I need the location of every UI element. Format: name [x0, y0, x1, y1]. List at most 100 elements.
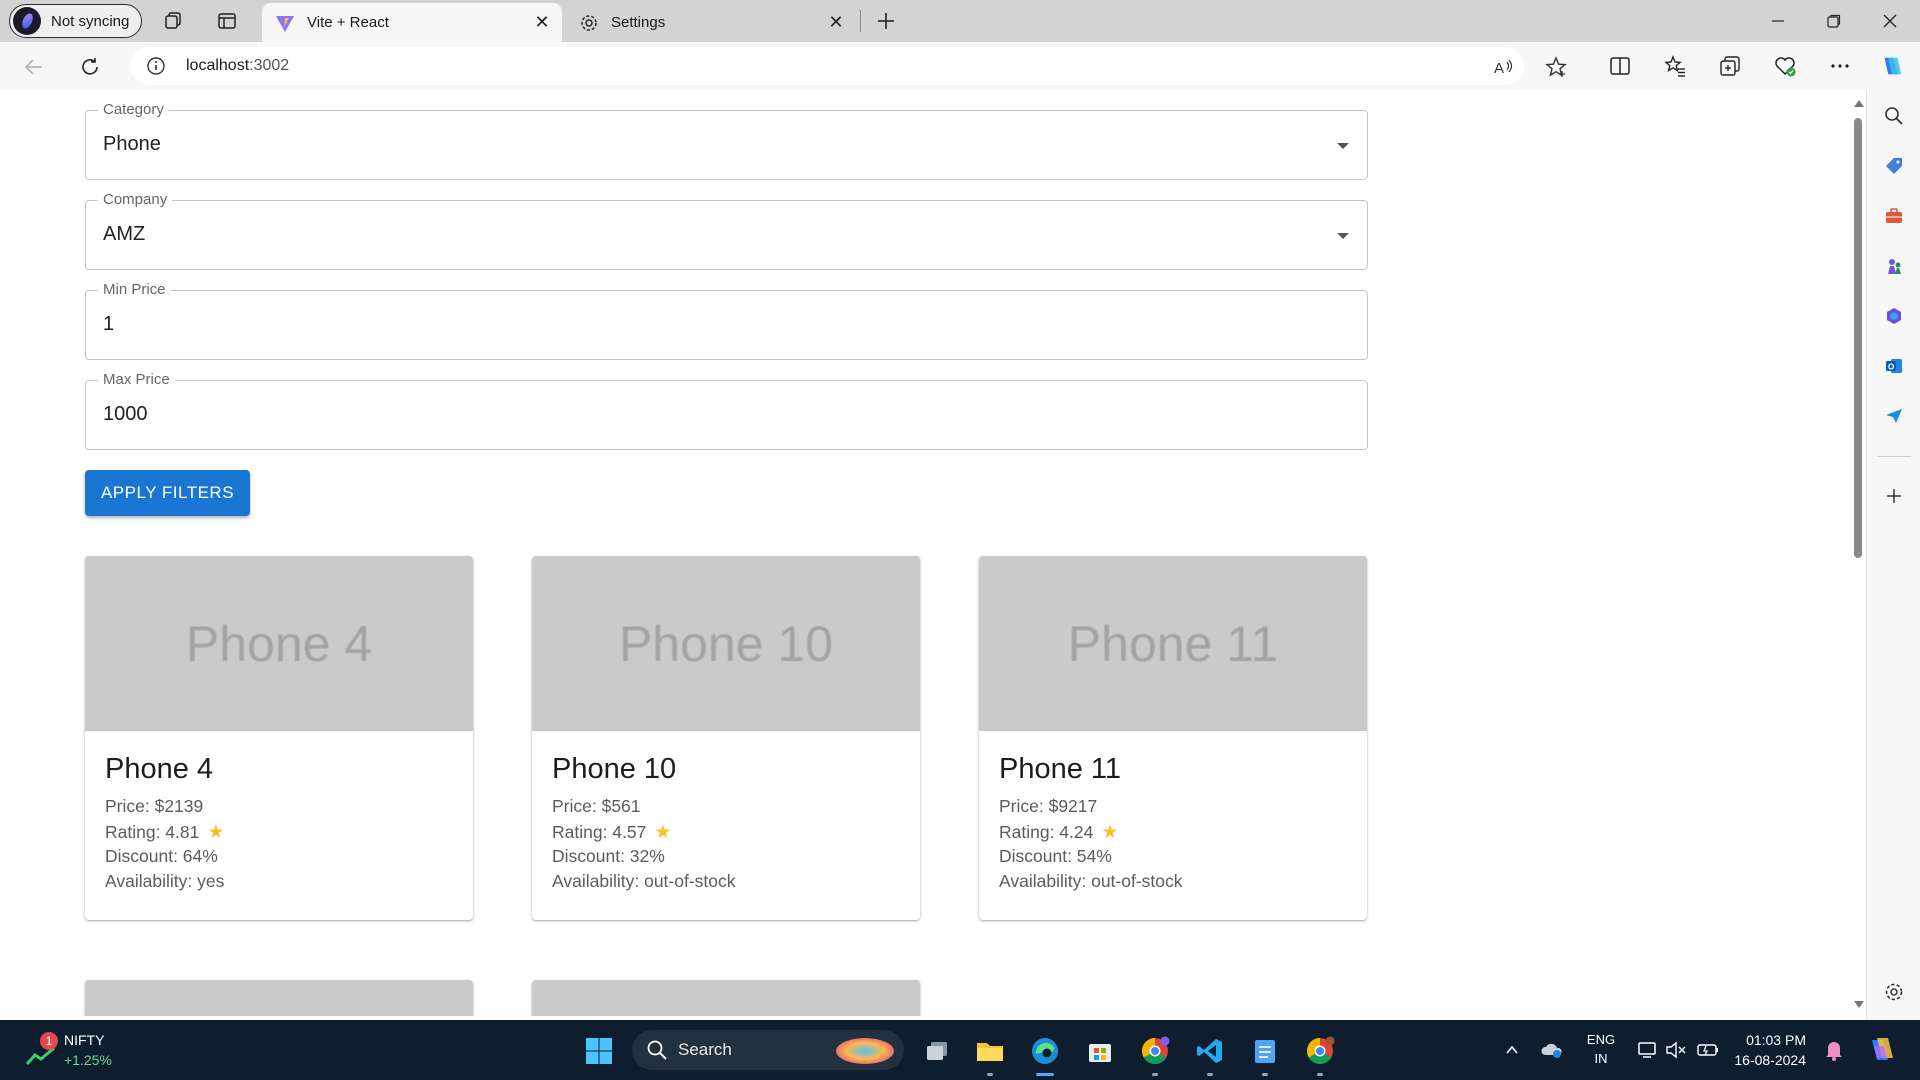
- task-view-icon[interactable]: [920, 1034, 954, 1068]
- sidebar-divider: [1877, 456, 1911, 457]
- tab-actions-icon[interactable]: [215, 9, 239, 33]
- outlook-icon[interactable]: O: [1882, 354, 1906, 378]
- network-icon[interactable]: [1636, 1038, 1660, 1062]
- product-image: [532, 980, 920, 1016]
- edge-browser-icon[interactable]: [1028, 1034, 1062, 1076]
- show-hidden-icons-icon[interactable]: [1500, 1038, 1524, 1062]
- battery-icon[interactable]: [1696, 1038, 1720, 1062]
- scrollbar-thumb[interactable]: [1854, 118, 1862, 558]
- browser-essentials-icon[interactable]: [1773, 54, 1797, 78]
- product-image-text: Phone 10: [618, 615, 834, 672]
- refresh-icon[interactable]: [77, 54, 103, 80]
- workspaces-icon[interactable]: [162, 9, 186, 33]
- scroll-up-arrow-icon[interactable]: [1854, 100, 1864, 107]
- windows-start-icon[interactable]: [582, 1034, 616, 1068]
- product-name: Phone 10: [552, 753, 677, 785]
- product-card[interactable]: Phone 4 Phone 4 Price: $2139 Rating: 4.8…: [85, 556, 473, 920]
- tools-briefcase-icon[interactable]: [1882, 204, 1906, 228]
- back-arrow-icon[interactable]: [21, 54, 47, 80]
- page-scrollbar[interactable]: [1850, 90, 1866, 1016]
- running-indicator: [987, 1073, 993, 1076]
- company-label: Company: [98, 191, 173, 208]
- new-tab-icon[interactable]: [874, 9, 898, 33]
- min-price-value: 1: [103, 313, 115, 335]
- stock-widget[interactable]: 1 NIFTY +1.25%: [24, 1032, 144, 1072]
- product-availability: Availability: yes: [105, 871, 225, 891]
- notification-bell-icon[interactable]: [1822, 1038, 1846, 1062]
- minimize-icon[interactable]: [1750, 0, 1806, 42]
- chrome-icon[interactable]: [1138, 1034, 1172, 1076]
- volume-muted-icon[interactable]: [1664, 1038, 1688, 1062]
- scroll-down-arrow-icon[interactable]: [1854, 1001, 1864, 1008]
- running-indicator: [1317, 1073, 1323, 1076]
- star-icon: ★: [207, 822, 225, 843]
- file-explorer-icon[interactable]: [973, 1034, 1007, 1076]
- system-clock[interactable]: 01:03 PM 16-08-2024: [1730, 1030, 1806, 1070]
- product-price: Price: $9217: [999, 796, 1098, 816]
- product-image-text: Phone 11: [1067, 615, 1279, 672]
- restore-icon[interactable]: [1806, 0, 1862, 42]
- max-price-input[interactable]: Max Price 1000: [85, 371, 1368, 450]
- product-card[interactable]: Phone 10 Phone 10 Price: $561 Rating: 4.…: [532, 556, 920, 920]
- microsoft-365-icon[interactable]: [1882, 304, 1906, 328]
- product-card-partial[interactable]: [85, 980, 473, 1016]
- split-screen-icon[interactable]: [1608, 54, 1632, 78]
- windows-taskbar: 1 NIFTY +1.25% Search ENG IN 01:03 PM 16…: [0, 1020, 1920, 1080]
- more-options-icon[interactable]: [1828, 54, 1852, 78]
- shopping-tag-icon[interactable]: [1882, 154, 1906, 178]
- notepad-icon[interactable]: [1248, 1034, 1282, 1076]
- product-availability: Availability: out-of-stock: [552, 871, 736, 891]
- product-discount: Discount: 64%: [105, 846, 218, 866]
- microsoft-store-icon[interactable]: [1083, 1034, 1117, 1068]
- taskbar-search[interactable]: Search: [632, 1030, 904, 1070]
- games-icon[interactable]: [1882, 254, 1906, 278]
- address-bar[interactable]: localhost:3002 A: [130, 47, 1567, 85]
- product-discount: Discount: 54%: [999, 846, 1112, 866]
- favorites-icon[interactable]: [1663, 54, 1687, 78]
- running-indicator: [1152, 1073, 1158, 1076]
- clock-date: 16-08-2024: [1734, 1052, 1806, 1068]
- dropdown-arrow-icon[interactable]: [1337, 143, 1349, 149]
- search-icon[interactable]: [1882, 104, 1906, 128]
- favorite-star-icon[interactable]: [1545, 56, 1567, 78]
- product-image: Phone 4: [85, 556, 473, 731]
- max-price-label: Max Price: [98, 371, 175, 388]
- running-indicator: [1207, 1073, 1213, 1076]
- read-aloud-icon[interactable]: A: [1492, 56, 1514, 78]
- copilot-icon[interactable]: [1879, 54, 1903, 78]
- copilot-taskbar-icon[interactable]: [1866, 1034, 1896, 1064]
- product-rating: Rating: 4.81 ★: [105, 821, 224, 844]
- chrome-profile-icon[interactable]: [1303, 1034, 1337, 1076]
- product-availability: Availability: out-of-stock: [999, 871, 1183, 891]
- site-info-icon[interactable]: [146, 56, 166, 76]
- close-tab-icon[interactable]: ✕: [530, 11, 554, 35]
- browser-toolbar: localhost:3002 A: [0, 42, 1920, 90]
- product-image: [85, 980, 473, 1016]
- profile-button[interactable]: Not syncing: [9, 4, 142, 38]
- apply-filters-button[interactable]: APPLY FILTERS: [85, 470, 250, 516]
- sidebar-settings-icon[interactable]: [1882, 980, 1906, 1004]
- collections-icon[interactable]: [1718, 54, 1742, 78]
- close-window-icon[interactable]: [1862, 0, 1918, 42]
- svg-text:A: A: [1494, 60, 1504, 77]
- product-card[interactable]: Phone 11 Phone 11 Price: $9217 Rating: 4…: [979, 556, 1367, 920]
- input-language[interactable]: ENG IN: [1584, 1030, 1618, 1068]
- browser-tab-strip: Not syncing Vite + React ✕ Settings ✕: [0, 0, 1920, 42]
- min-price-input[interactable]: Min Price 1: [85, 281, 1368, 360]
- product-card-partial[interactable]: [532, 980, 920, 1016]
- add-sidebar-app-icon[interactable]: [1882, 484, 1906, 508]
- vscode-icon[interactable]: [1193, 1034, 1227, 1076]
- tab-vite-react[interactable]: Vite + React ✕: [262, 3, 562, 42]
- dropdown-arrow-icon[interactable]: [1337, 233, 1349, 239]
- svg-text:O: O: [1888, 363, 1894, 372]
- company-select[interactable]: Company AMZ: [85, 191, 1368, 270]
- stock-name: NIFTY: [64, 1032, 105, 1048]
- tab-settings[interactable]: Settings ✕: [566, 3, 856, 42]
- close-tab-icon[interactable]: ✕: [824, 11, 848, 35]
- send-drop-icon[interactable]: [1882, 404, 1906, 428]
- profile-status: Not syncing: [51, 12, 130, 30]
- url-text: localhost:3002: [186, 57, 289, 75]
- star-icon: ★: [1101, 822, 1119, 843]
- category-select[interactable]: Category Phone: [85, 101, 1368, 180]
- onedrive-icon[interactable]: [1540, 1038, 1564, 1062]
